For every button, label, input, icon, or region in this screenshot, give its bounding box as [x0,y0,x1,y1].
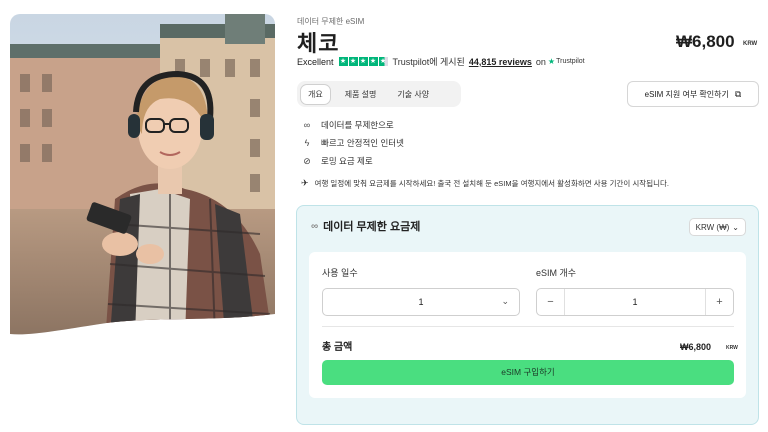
trustpilot-rating[interactable]: Excellent ★ ★ ★ ★ ★ Trustpilot에 게시된 44,8… [297,55,585,68]
no-roaming-icon: ⊘ [303,155,311,166]
trustpilot-star-icon: ★ [547,57,556,66]
days-select[interactable]: 1 ⌄ [322,288,520,316]
check-esim-support-label: eSIM 지원 여부 확인하기 [644,89,729,99]
rating-on-text: on [535,56,546,67]
trustpilot-brand: Trustpilot [556,58,585,65]
product-price: ₩6,800 [676,32,735,51]
star-icon: ★ [348,57,358,66]
star-icon: ★ [338,57,348,66]
rating-label: Excellent [297,56,334,67]
star-icon: ★ [368,57,378,66]
check-esim-support-button[interactable]: eSIM 지원 여부 확인하기 ⧉ [627,81,759,107]
feature-text: 로밍 요금 제로 [321,156,373,166]
total-price: ₩6,800 [680,342,712,352]
divider [322,326,734,327]
tab-specs[interactable]: 기술 사양 [390,85,436,104]
feature-list: ∞ 데이터를 무제한으로 ϟ 빠르고 안정적인 인터넷 ⊘ 로밍 요금 제로 [301,116,404,170]
rating-source-text: Trustpilot에 게시된 [392,57,465,67]
price-currency: KRW [743,41,758,47]
days-select-value: 1 [418,297,424,307]
activation-notice: ✈ 여행 일정에 맞춰 요금제를 시작하세요! 출국 전 설치해 둔 eSIM을… [301,178,669,189]
feature-item: ∞ 데이터를 무제한으로 [301,116,404,134]
feature-item: ϟ 빠르고 안정적인 인터넷 [301,134,404,152]
increment-button[interactable]: + [705,289,733,315]
plane-icon: ✈ [301,178,309,188]
infinity-icon: ∞ [303,120,311,130]
total-currency: KRW [726,345,738,351]
half-star-icon: ★ [378,57,388,66]
total-label: 총 금액 [322,342,353,353]
external-link-icon: ⧉ [734,88,742,99]
star-icon: ★ [358,57,368,66]
plan-heading-text: 데이터 무제한 요금제 [323,221,421,233]
chevron-down-icon: ⌄ [732,222,739,232]
tab-overview[interactable]: 개요 [300,83,331,105]
bolt-icon: ϟ [304,138,310,148]
esim-count-label: eSIM 개수 [536,268,577,278]
feature-text: 데이터를 무제한으로 [321,120,394,130]
esim-count-stepper[interactable]: − 1 + [536,288,734,316]
rating-stars: ★ ★ ★ ★ ★ [338,57,388,66]
tab-description[interactable]: 제품 설명 [338,85,384,104]
currency-select-value: KRW (₩) [695,222,730,232]
esim-count-value: 1 [632,297,638,307]
plan-options-panel: 사용 일수 eSIM 개수 1 ⌄ − 1 + 총 금액 ₩6,800 KRW … [309,252,746,398]
days-label: 사용 일수 [322,268,358,278]
plan-heading: ∞ 데이터 무제한 요금제 [311,218,420,234]
buy-esim-button[interactable]: eSIM 구입하기 [322,360,734,385]
plan-card: ∞ 데이터 무제한 요금제 KRW (₩) ⌄ 사용 일수 eSIM 개수 1 … [296,205,759,425]
infinity-icon: ∞ [311,220,319,232]
feature-item: ⊘ 로밍 요금 제로 [301,152,404,170]
hero-image [10,14,275,336]
decrement-button[interactable]: − [537,289,565,315]
notice-text: 여행 일정에 맞춰 요금제를 시작하세요! 출국 전 설치해 둔 eSIM을 여… [314,179,669,188]
product-tabs: 개요 제품 설명 기술 사양 [297,81,461,107]
chevron-down-icon: ⌄ [501,296,509,306]
product-title: 체코 [297,31,340,56]
reviews-link[interactable]: 44,815 reviews [469,57,532,67]
currency-select[interactable]: KRW (₩) ⌄ [688,218,746,236]
feature-text: 빠르고 안정적인 인터넷 [321,138,404,148]
